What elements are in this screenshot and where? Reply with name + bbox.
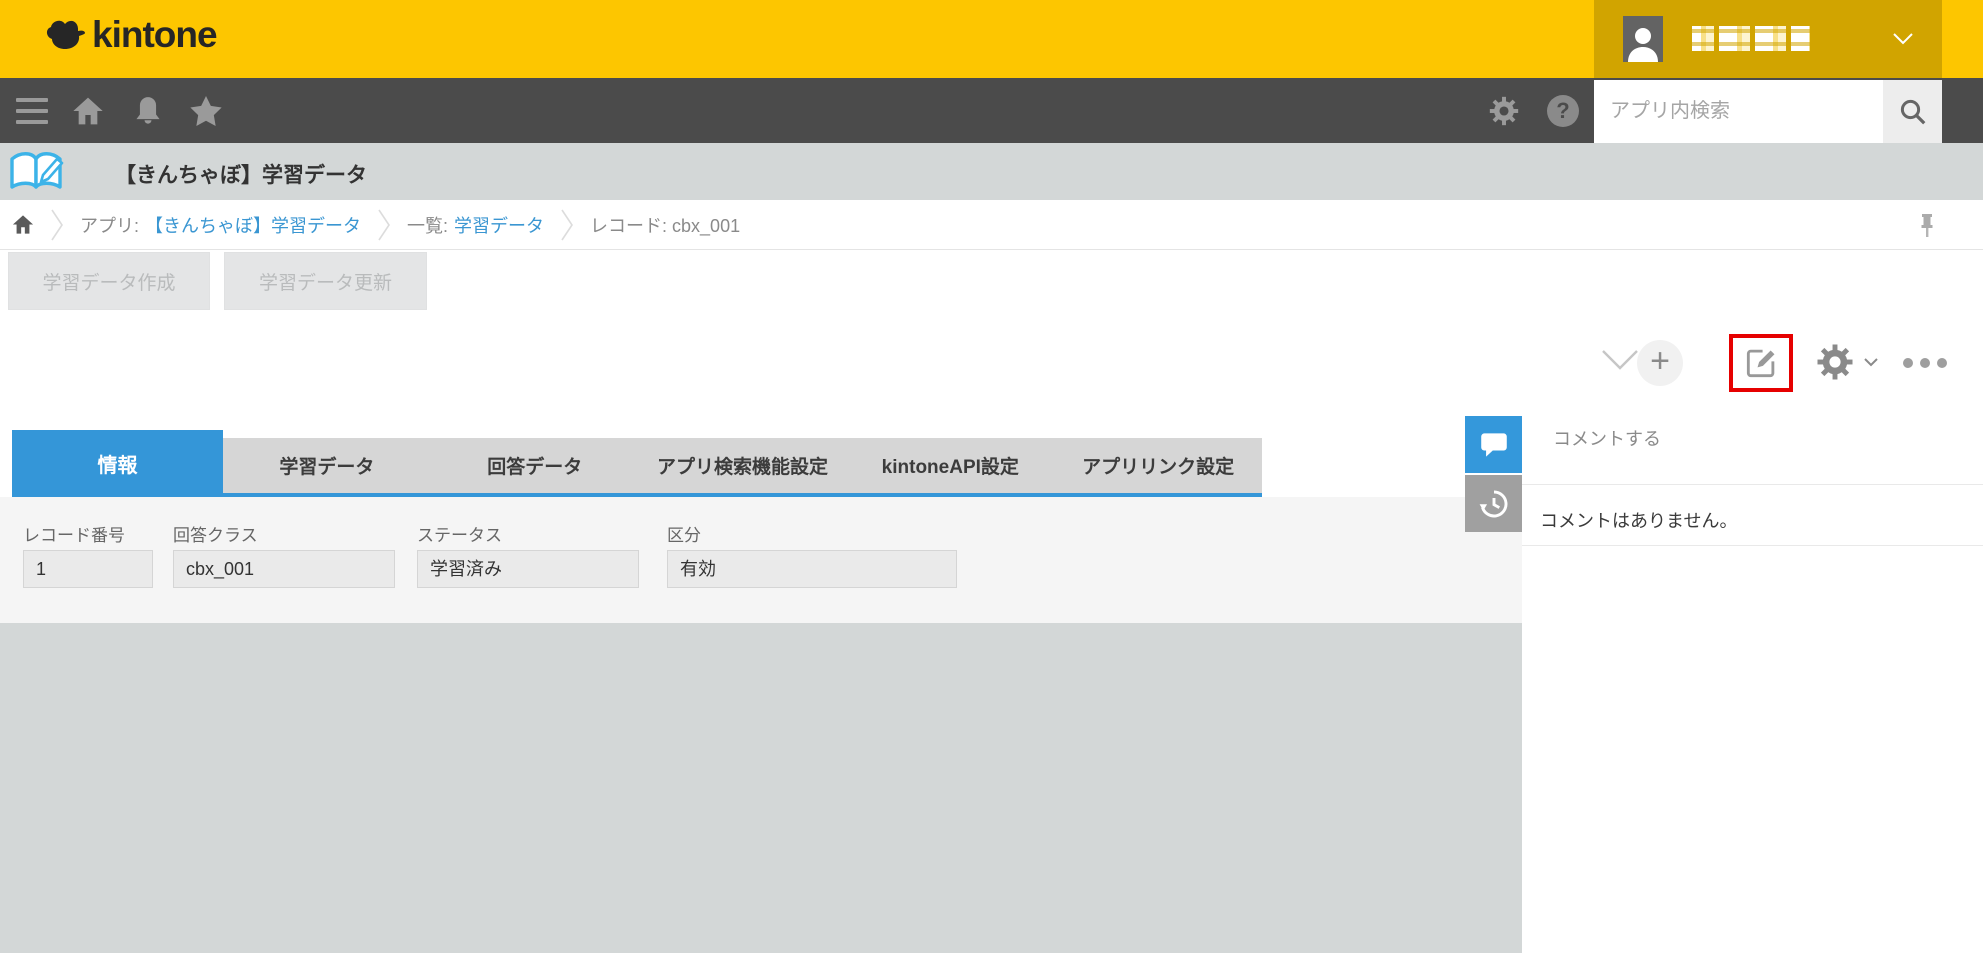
record-tabs: 情報 学習データ 回答データ アプリ検索機能設定 kintoneAPI設定 アプ…: [12, 430, 1262, 497]
breadcrumb-separator-icon: [50, 208, 64, 242]
comment-bubble-icon: [1479, 431, 1509, 459]
kintone-logo-text: kintone: [92, 14, 217, 56]
help-icon[interactable]: ?: [1540, 78, 1586, 143]
breadcrumb-separator-icon: [377, 208, 391, 242]
field-label-record-number: レコード番号: [23, 521, 125, 546]
history-tab-button[interactable]: [1465, 475, 1522, 532]
person-icon: [1626, 24, 1660, 62]
field-value-answer-class: cbx_001: [173, 550, 395, 588]
kintone-logo[interactable]: kintone: [44, 14, 217, 56]
record-toolbar: +: [1590, 330, 1960, 396]
breadcrumb-separator-icon: [560, 208, 574, 242]
hamburger-menu-icon[interactable]: [10, 78, 54, 143]
record-gear-icon: [1814, 341, 1856, 383]
tab-app-link-settings[interactable]: アプリリンク設定: [1054, 438, 1262, 493]
breadcrumb-app-prefix: アプリ:: [80, 212, 139, 238]
more-options-ellipsis-icon[interactable]: [1903, 358, 1947, 368]
favorites-star-icon[interactable]: [184, 78, 228, 143]
breadcrumb-view-link[interactable]: 学習データ: [454, 212, 544, 238]
field-label-answer-class: 回答クラス: [173, 521, 258, 546]
highlight-red-box: [1729, 334, 1793, 392]
kintone-record-page: kintone: [0, 0, 1983, 953]
user-name-redacted: [1692, 26, 1810, 51]
field-value-category: 有効: [667, 550, 957, 588]
add-comment-link[interactable]: コメントする: [1553, 425, 1661, 451]
create-learning-data-button[interactable]: 学習データ作成: [8, 252, 210, 310]
breadcrumb: アプリ: 【きんちゃぼ】学習データ 一覧: 学習データ レコード: cbx_00…: [0, 200, 1983, 250]
app-book-pencil-icon: [8, 149, 70, 200]
collapse-chevron-down-icon[interactable]: [1600, 348, 1640, 377]
breadcrumb-app-link[interactable]: 【きんちゃぼ】学習データ: [145, 212, 361, 238]
inactive-tabs: 学習データ 回答データ アプリ検索機能設定 kintoneAPI設定 アプリリン…: [223, 438, 1262, 493]
plus-icon: +: [1650, 342, 1670, 380]
pin-icon[interactable]: [1917, 212, 1937, 243]
breadcrumb-view-prefix: 一覧:: [407, 212, 448, 238]
comments-divider: [1522, 545, 1983, 546]
notifications-bell-icon[interactable]: [126, 78, 170, 143]
tab-kintone-api-settings[interactable]: kintoneAPI設定: [846, 438, 1054, 493]
settings-gear-icon[interactable]: [1482, 78, 1526, 143]
field-value-status: 学習済み: [417, 550, 639, 588]
search-button[interactable]: [1883, 80, 1942, 143]
magnifier-icon: [1898, 97, 1928, 127]
comments-divider: [1522, 484, 1983, 485]
content-background: [0, 623, 1522, 953]
comments-empty-message: コメントはありません。: [1540, 507, 1737, 533]
app-search: [1594, 80, 1883, 143]
user-menu[interactable]: [1594, 0, 1942, 78]
comments-tab-button[interactable]: [1465, 416, 1522, 473]
tab-info[interactable]: 情報: [12, 430, 223, 497]
tab-app-search-settings[interactable]: アプリ検索機能設定: [639, 438, 847, 493]
app-title: 【きんちゃぼ】学習データ: [115, 159, 367, 189]
field-value-record-number: 1: [23, 550, 153, 588]
add-record-button[interactable]: +: [1637, 340, 1683, 386]
home-icon[interactable]: [66, 78, 110, 143]
app-header-bar: 【きんちゃぼ】学習データ: [0, 143, 1983, 200]
gear-chevron-down-icon: [1864, 358, 1878, 367]
field-label-category: 区分: [667, 521, 701, 546]
kintone-bird-icon: [44, 18, 86, 52]
top-yellow-bar: kintone: [0, 0, 1983, 78]
breadcrumb-record-label: レコード: cbx_001: [590, 212, 740, 238]
edit-record-button[interactable]: [1742, 344, 1780, 382]
history-clock-icon: [1478, 488, 1510, 520]
help-question-glyph: ?: [1547, 95, 1579, 127]
update-learning-data-button[interactable]: 学習データ更新: [224, 252, 427, 310]
user-menu-chevron-down-icon: [1892, 32, 1914, 51]
record-settings-menu[interactable]: [1814, 341, 1878, 383]
app-search-input[interactable]: [1594, 80, 1883, 143]
field-label-status: ステータス: [417, 521, 502, 546]
user-avatar: [1623, 16, 1663, 62]
tab-answer-data[interactable]: 回答データ: [431, 438, 639, 493]
tab-learning-data[interactable]: 学習データ: [223, 438, 431, 493]
breadcrumb-home-icon[interactable]: [12, 214, 34, 235]
